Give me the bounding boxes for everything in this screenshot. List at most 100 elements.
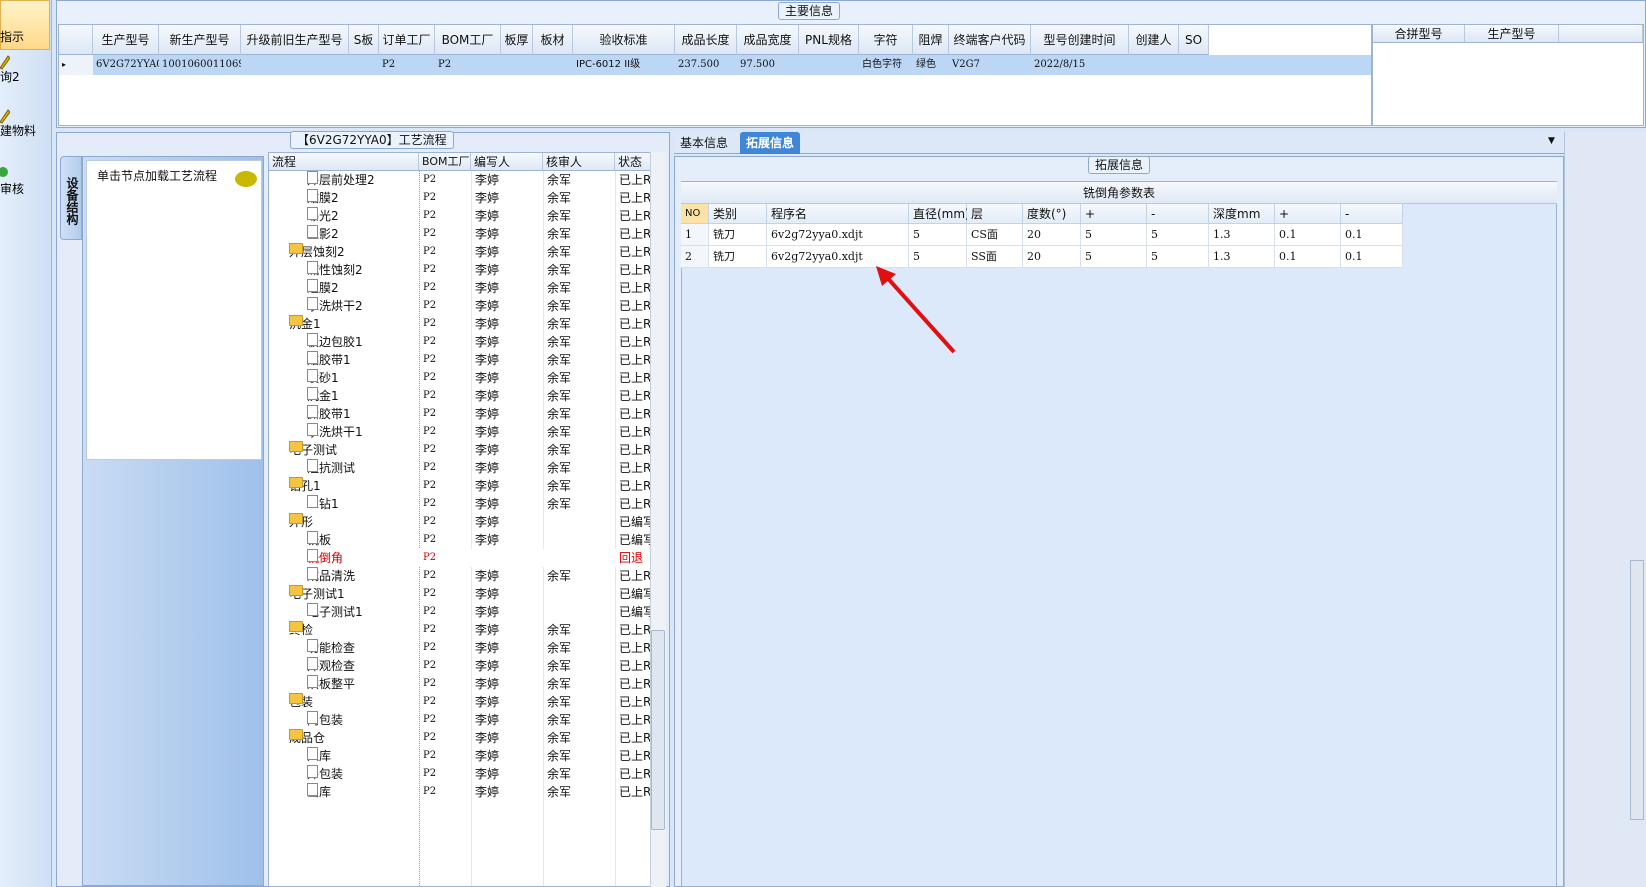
col-header[interactable]: 升级前旧生产型号 [241,25,349,55]
list-item[interactable]: −电子测试1 P2 李婷 已编写 [269,585,651,603]
list-item[interactable]: 电子测试1 P2 李婷 已编写 [269,603,651,621]
col-header-bom[interactable]: BOM工厂 [419,153,471,171]
param-col-header[interactable]: 类别 [709,204,767,224]
col-header[interactable]: BOM工厂 [435,25,501,55]
folder-icon [289,513,303,524]
status-cell: 已编写 [619,515,651,529]
list-item[interactable]: 铣板 P2 李婷 已编写 [269,531,651,549]
list-item[interactable]: 外观检查 P2 李婷 余军 已上R [269,657,651,675]
merge-col-header[interactable]: 生产型号 [1465,25,1559,43]
list-item[interactable]: 功能检查 P2 李婷 余军 已上R [269,639,651,657]
param-col-header[interactable]: + [1081,204,1147,224]
list-item[interactable]: 外包装 P2 李婷 余军 已上R [269,765,651,783]
list-item[interactable]: 沉金1 P2 李婷 余军 已上R [269,387,651,405]
table-row[interactable]: 2 铣刀 6v2g72yya0.xdjt 5 SS面 20 5 5 1.3 0.1 0.1 [681,246,1415,268]
process-tree[interactable]: 流程 BOM工厂 编写人 核审人 状态 外层前处理2 P2 李婷 余军 已上R 贴膜2 P2… [268,152,666,887]
list-item[interactable]: 阻抗测试 P2 李婷 余军 已上R [269,459,651,477]
list-item[interactable]: 显影2 P2 李婷 余军 已上R [269,225,651,243]
col-header[interactable]: 阻焊 [913,25,949,55]
list-item[interactable]: 成品清洗 P2 李婷 余军 已上R [269,567,651,585]
col-header[interactable]: PNL规格 [799,25,859,55]
tab-extended-info[interactable]: 拓展信息 [740,132,801,154]
col-header[interactable]: 板厚 [501,25,533,55]
param-col-header[interactable]: + [1275,204,1341,224]
bom-cell: P2 [423,318,437,329]
author-cell: 李婷 [475,479,500,493]
right-scroll-thumb[interactable] [1630,560,1644,820]
reviewer-cell: 余军 [547,425,572,439]
col-header-author[interactable]: 编写人 [471,153,543,171]
list-item[interactable]: 烘板整平 P2 李婷 余军 已上R [269,675,651,693]
nav-item-material[interactable]: 建物料 [0,108,50,138]
list-item[interactable]: 贴膜2 P2 李婷 余军 已上R [269,189,651,207]
flow-name: 外层前处理2 [269,171,417,189]
dropdown-arrow-icon[interactable]: ▼ [1548,136,1555,146]
flow-name: 退膜2 [269,279,417,297]
list-item[interactable]: −沉金1 P2 李婷 余军 已上R [269,315,651,333]
param-col-header[interactable]: NO [681,204,709,224]
list-item[interactable]: 贴胶带1 P2 李婷 余军 已上R [269,351,651,369]
list-item[interactable]: 碱性蚀刻2 P2 李婷 余军 已上R [269,261,651,279]
merge-col-header[interactable]: 合拼型号 [1373,25,1465,43]
param-col-header[interactable]: 层 [967,204,1023,224]
list-item[interactable]: −钻孔1 P2 李婷 余军 已上R [269,477,651,495]
list-item[interactable]: 曝光2 P2 李婷 余军 已上R [269,207,651,225]
param-col-header[interactable]: - [1341,204,1403,224]
table-cell [799,55,859,75]
list-item[interactable]: 撕胶带1 P2 李婷 余军 已上R [269,405,651,423]
list-item[interactable]: −成品仓 P2 李婷 余军 已上R [269,729,651,747]
col-header-flow[interactable]: 流程 [269,153,419,171]
param-col-header[interactable]: - [1147,204,1209,224]
flow-name: 阻抗测试 [269,459,417,477]
list-item[interactable]: −电子测试 P2 李婷 余军 已上R [269,441,651,459]
col-header[interactable]: SO [1179,25,1209,55]
list-item[interactable]: −外层蚀刻2 P2 李婷 余军 已上R [269,243,651,261]
reviewer-cell: 余军 [547,461,572,475]
list-item[interactable]: 喷砂1 P2 李婷 余军 已上R [269,369,651,387]
author-cell: 李婷 [475,677,500,691]
col-header[interactable]: 字符 [859,25,913,55]
param-col-header[interactable]: 直径(mm) [909,204,970,224]
list-item[interactable]: 水洗烘干1 P2 李婷 余军 已上R [269,423,651,441]
param-col-header[interactable]: 度数(°) [1023,204,1081,224]
list-item[interactable]: 入库 P2 李婷 余军 已上R [269,747,651,765]
param-col-header[interactable]: 深度mm [1209,204,1275,224]
col-header[interactable]: S板 [349,25,379,55]
col-header-reviewer[interactable]: 核审人 [543,153,615,171]
col-header[interactable]: 新生产型号 [159,25,241,55]
list-item[interactable]: 出库 P2 李婷 余军 已上R [269,783,651,801]
flow-name: 贴胶带1 [269,351,417,369]
tree-scroll-thumb[interactable] [651,630,665,830]
list-item[interactable]: −外形 P2 李婷 已编写 [269,513,651,531]
col-header[interactable]: 型号创建时间 [1031,25,1129,55]
col-header[interactable]: 生产型号 [93,25,159,55]
list-item[interactable]: 内包装 P2 李婷 余军 已上R [269,711,651,729]
list-item[interactable]: 铣倒角 P2 回退 [269,549,651,567]
tab-device-structure[interactable]: 设备结构 [60,156,82,240]
list-item[interactable]: 板边包胶1 P2 李婷 余军 已上R [269,333,651,351]
list-item[interactable]: −终检 P2 李婷 余军 已上R [269,621,651,639]
nav-item-review[interactable]: 审核 [0,166,50,196]
col-header[interactable]: 验收标准 [573,25,675,55]
bom-cell: P2 [423,498,437,509]
list-item[interactable]: 外层前处理2 P2 李婷 余军 已上R [269,171,651,189]
document-icon [307,747,318,760]
list-item[interactable]: 水洗烘干2 P2 李婷 余军 已上R [269,297,651,315]
nav-item-instructions[interactable]: 指示 [0,30,50,44]
status-cell: 已上R [619,425,651,439]
list-item[interactable]: 退膜2 P2 李婷 余军 已上R [269,279,651,297]
col-header[interactable]: 板材 [533,25,573,55]
param-col-header[interactable]: 程序名 [767,204,909,224]
col-header[interactable]: 创建人 [1129,25,1179,55]
col-header[interactable]: 终端客户代码 [949,25,1031,55]
list-item[interactable]: −包装 P2 李婷 余军 已上R [269,693,651,711]
table-row[interactable]: 1 铣刀 6v2g72yya0.xdjt 5 CS面 20 5 5 1.3 0.1 0.1 [681,224,1415,246]
list-item[interactable]: 二钻1 P2 李婷 余军 已上R [269,495,651,513]
tab-basic-info[interactable]: 基本信息 [674,132,734,154]
bom-cell: P2 [423,300,437,311]
col-header[interactable]: 订单工厂 [379,25,435,55]
table-row[interactable]: ▸ 6V2G72YYA010010600110698 P2 P2 IPC-6012 I… [59,55,1371,75]
col-header[interactable]: 成品宽度 [737,25,799,55]
nav-item-query[interactable]: 询2 [0,54,50,84]
col-header[interactable]: 成品长度 [675,25,737,55]
